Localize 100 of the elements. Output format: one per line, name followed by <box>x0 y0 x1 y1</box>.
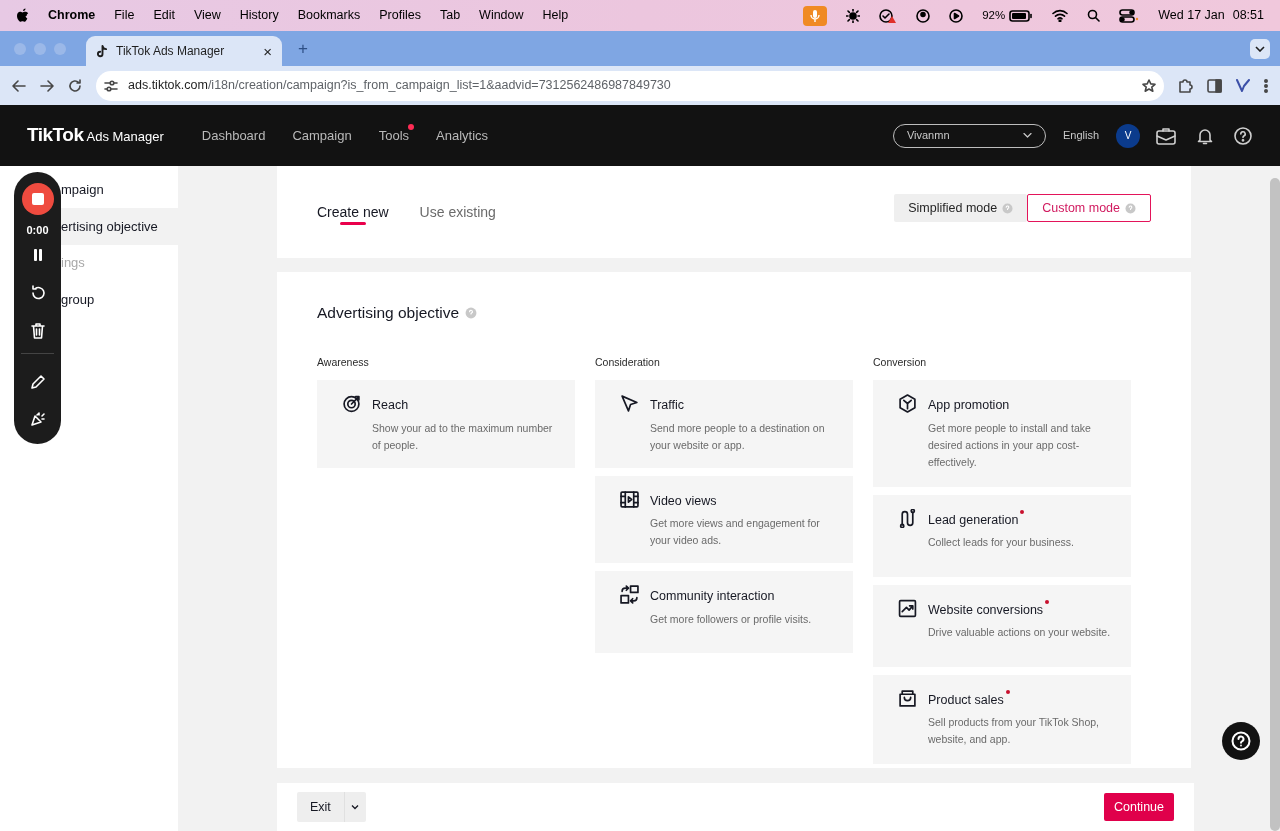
mode-button[interactable]: Custom mode <box>1027 194 1151 222</box>
objective-icon <box>898 598 917 618</box>
scrollbar-thumb[interactable] <box>1270 178 1280 831</box>
control-center-icon[interactable] <box>1119 8 1140 23</box>
objective-icon <box>898 508 917 528</box>
pencil-icon[interactable] <box>29 373 46 390</box>
tab-title: TikTok Ads Manager <box>116 43 226 60</box>
battery-icon <box>1009 9 1034 22</box>
sidebar-item[interactable]: mpaign <box>61 172 178 208</box>
user-icon[interactable] <box>916 8 931 23</box>
objective-card[interactable]: Lead generation Collect leads for your business. <box>873 494 1131 577</box>
objective-icon <box>342 393 361 413</box>
sidebar-item[interactable]: group <box>61 281 178 318</box>
card-title: Lead generation <box>928 510 1025 530</box>
objective-card[interactable]: Traffic Send more people to a destination on your website or app. <box>595 379 853 468</box>
tab-search-button[interactable] <box>1250 38 1270 59</box>
extensions-icon[interactable] <box>1178 78 1193 93</box>
chevron-down-icon <box>1255 45 1265 52</box>
nav-link[interactable]: Analytics <box>436 125 489 146</box>
trash-icon[interactable] <box>30 322 45 339</box>
more-icon[interactable] <box>1264 78 1268 93</box>
tiktok-icon <box>96 44 108 58</box>
objective-card[interactable]: App promotion Get more people to install and take desired actions in your app cost-effectively. <box>873 379 1131 487</box>
menu-item[interactable]: Edit <box>153 6 175 25</box>
language-link[interactable]: English <box>1062 127 1099 144</box>
menu-date: Wed 17 Jan <box>1158 7 1225 25</box>
help-icon <box>1231 731 1251 751</box>
objective-card[interactable]: Community interaction Get more followers or profile visits. <box>595 571 853 654</box>
objective-card[interactable]: Reach Show your ad to the maximum number of people. <box>317 379 575 468</box>
menu-item[interactable]: Bookmarks <box>297 6 361 25</box>
objective-icon <box>898 393 917 413</box>
avatar[interactable]: V <box>1116 123 1140 148</box>
close-button[interactable]: × <box>263 43 272 59</box>
card-description: Drive valuable actions on your website. <box>928 625 1111 641</box>
card-description: Get more views and engagement for your video ads. <box>650 516 821 549</box>
browser-tab[interactable]: TikTok Ads Manager × <box>86 36 282 66</box>
card-description: Show your ad to the maximum number of people. <box>372 420 554 453</box>
menu-item[interactable]: Tab <box>439 6 461 25</box>
nav-link[interactable]: Tools <box>378 125 410 146</box>
menu-time: 08:51 <box>1232 7 1264 25</box>
recording-timer: 0:00 <box>26 223 49 238</box>
column-label: Awareness <box>317 355 370 371</box>
card-title: Reach <box>372 396 409 414</box>
nav-link[interactable]: Dashboard <box>201 125 266 146</box>
menu-item[interactable]: View <box>193 6 221 25</box>
objective-card[interactable]: Website conversions Drive valuable actions on your website. <box>873 584 1131 667</box>
card-description: Sell products from your TikTok Shop, website, and app. <box>928 715 1100 748</box>
back-icon[interactable] <box>12 78 26 93</box>
forward-icon[interactable] <box>40 78 54 93</box>
mode-button[interactable]: Simplified mode <box>894 194 1028 222</box>
star-icon[interactable] <box>1142 78 1156 93</box>
play-icon[interactable] <box>949 8 964 23</box>
card-title: Video views <box>650 492 717 510</box>
tab-underline <box>339 222 366 225</box>
objective-icon <box>898 688 917 708</box>
help-icon <box>1125 202 1136 214</box>
card-description: Collect leads for your business. <box>928 535 1074 551</box>
restart-icon[interactable] <box>29 284 46 301</box>
objective-icon <box>620 489 639 509</box>
menu-item[interactable]: File <box>114 6 135 25</box>
card-title: Website conversions <box>928 600 1050 620</box>
help-icon <box>1002 202 1014 214</box>
sidebar-item[interactable]: ertising objective <box>61 208 178 245</box>
menu-item[interactable]: Help <box>542 6 569 25</box>
sparkle-icon[interactable] <box>29 410 46 427</box>
card-description: Get more people to install and take desired actions in your app cost-effectively. <box>928 420 1092 470</box>
help-icon[interactable] <box>1234 126 1252 145</box>
card-title: App promotion <box>928 396 1010 414</box>
menu-item[interactable]: Chrome <box>48 6 96 25</box>
wifi-icon[interactable] <box>1052 9 1069 22</box>
card-description: Send more people to a destination on your website or app. <box>650 420 826 453</box>
column-label: Consideration <box>595 355 661 371</box>
logo-text: TikTok <box>27 123 84 148</box>
nav-link[interactable]: Campaign <box>292 125 352 146</box>
pause-icon[interactable] <box>32 248 43 261</box>
stop-button[interactable] <box>21 183 54 215</box>
help-icon <box>465 306 478 319</box>
briefcase-icon[interactable] <box>1156 126 1176 145</box>
sun-icon[interactable] <box>846 8 861 23</box>
site-settings-icon[interactable] <box>104 79 118 92</box>
menu-item[interactable]: History <box>239 6 279 25</box>
search-icon[interactable] <box>1087 9 1101 22</box>
chevron-down-icon <box>1022 133 1032 138</box>
reload-icon[interactable] <box>68 78 82 93</box>
menu-item[interactable]: Profiles <box>379 6 421 25</box>
chevron-down-icon <box>351 804 360 810</box>
menu-item[interactable]: Window <box>479 6 524 25</box>
objective-icon <box>620 585 639 605</box>
address-bar[interactable]: ads.tiktok.com/i18n/creation/campaign?is_from_campaign_list=1&aadvid=7312562486987849730 <box>96 70 1164 101</box>
extension-v-icon[interactable] <box>1236 79 1250 92</box>
continue-button[interactable]: Continue <box>1103 793 1174 822</box>
apple-icon[interactable] <box>16 8 29 23</box>
objective-card[interactable]: Video views Get more views and engagement for your video ads. <box>595 475 853 564</box>
side-panel-icon[interactable] <box>1207 78 1222 93</box>
status-icon[interactable] <box>879 8 898 23</box>
bell-icon[interactable] <box>1196 126 1214 145</box>
tab[interactable]: Use existing <box>419 202 496 223</box>
tab[interactable]: Create new <box>317 202 389 223</box>
card-title: Community interaction <box>650 588 775 606</box>
objective-card[interactable]: Product sales Sell products from your TikTok Shop, website, and app. <box>873 674 1131 765</box>
